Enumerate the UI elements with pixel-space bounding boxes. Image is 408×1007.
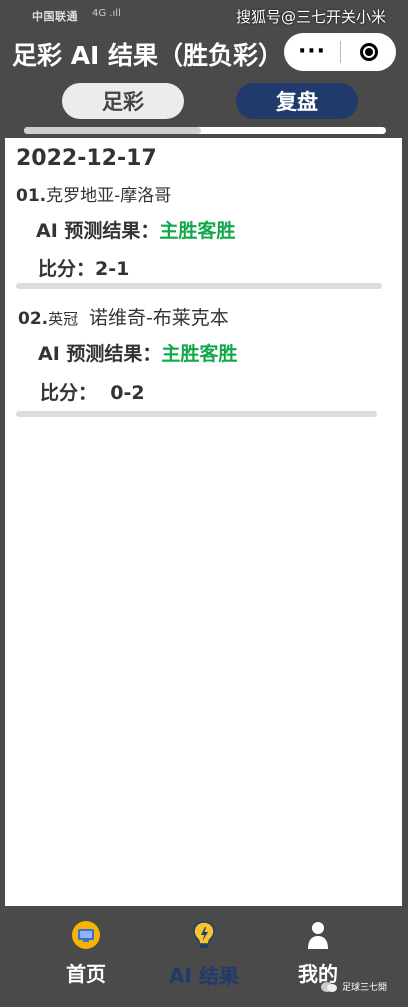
account-mark-text: 足球三七開	[342, 983, 388, 993]
match-row: 02.英冠 诺维奇-布莱克本	[18, 303, 229, 330]
watermark: 搜狐号@三七开关小米	[236, 8, 387, 26]
close-miniprogram-button[interactable]	[341, 43, 396, 61]
score-value: 0-2	[110, 382, 145, 404]
target-icon	[359, 43, 378, 61]
match-divider	[16, 411, 377, 417]
prediction-row: AI 预测结果：主胜客胜	[38, 339, 237, 366]
monitor-icon	[72, 921, 100, 949]
prediction-label: AI 预测结果：	[36, 220, 160, 242]
prediction-label: AI 预测结果：	[38, 343, 162, 365]
page-title: 足彩 AI 结果（胜负彩）	[12, 41, 284, 70]
tab-zucai[interactable]: 足彩	[62, 83, 184, 119]
tab-scroll-indicator	[24, 127, 386, 134]
account-mark: 足球三七開	[320, 980, 387, 993]
nav-item-home[interactable]: 首页	[36, 920, 136, 987]
nav-label-home: 首页	[66, 962, 106, 986]
nav-label-ai-results: AI 结果	[169, 964, 239, 988]
user-icon	[308, 922, 328, 949]
match-teams: 诺维奇-布莱克本	[88, 307, 229, 329]
results-panel: 2022-12-17 01.克罗地亚-摩洛哥 AI 预测结果：主胜客胜 比分：2…	[5, 138, 402, 906]
prediction-row: AI 预测结果：主胜客胜	[36, 216, 235, 243]
prediction-value: 主胜客胜	[159, 220, 236, 242]
prediction-value: 主胜客胜	[161, 343, 238, 365]
score-label: 比分：	[38, 258, 96, 280]
score-label: 比分：	[40, 382, 98, 404]
tab-fupan[interactable]: 复盘	[236, 83, 358, 119]
match-index: 02.	[18, 309, 49, 329]
more-button[interactable]: ···	[284, 37, 340, 67]
miniprogram-capsule: ···	[284, 33, 396, 71]
score-value: 2-1	[95, 258, 130, 280]
result-date: 2022-12-17	[16, 146, 157, 171]
wechat-icon	[321, 981, 337, 992]
status-bar: 中国联通 4G .ıll 搜狐号@三七开关小米	[0, 0, 408, 28]
bulb-icon	[193, 921, 215, 948]
nav-item-mine[interactable]: 我的	[268, 920, 368, 987]
score-row: 比分： 0-2	[40, 378, 145, 405]
match-index: 01.	[16, 186, 47, 206]
signal-indicator: 4G .ıll	[92, 8, 121, 19]
nav-item-ai-results[interactable]: AI 结果	[154, 920, 254, 989]
match-row: 01.克罗地亚-摩洛哥	[16, 181, 171, 206]
score-row: 比分：2-1	[38, 254, 129, 281]
carrier-name: 中国联通	[32, 10, 78, 23]
tab-scroll-thumb	[24, 127, 201, 134]
match-league: 英冠	[48, 310, 79, 328]
match-teams: 克罗地亚-摩洛哥	[46, 186, 172, 206]
match-divider	[16, 283, 382, 289]
